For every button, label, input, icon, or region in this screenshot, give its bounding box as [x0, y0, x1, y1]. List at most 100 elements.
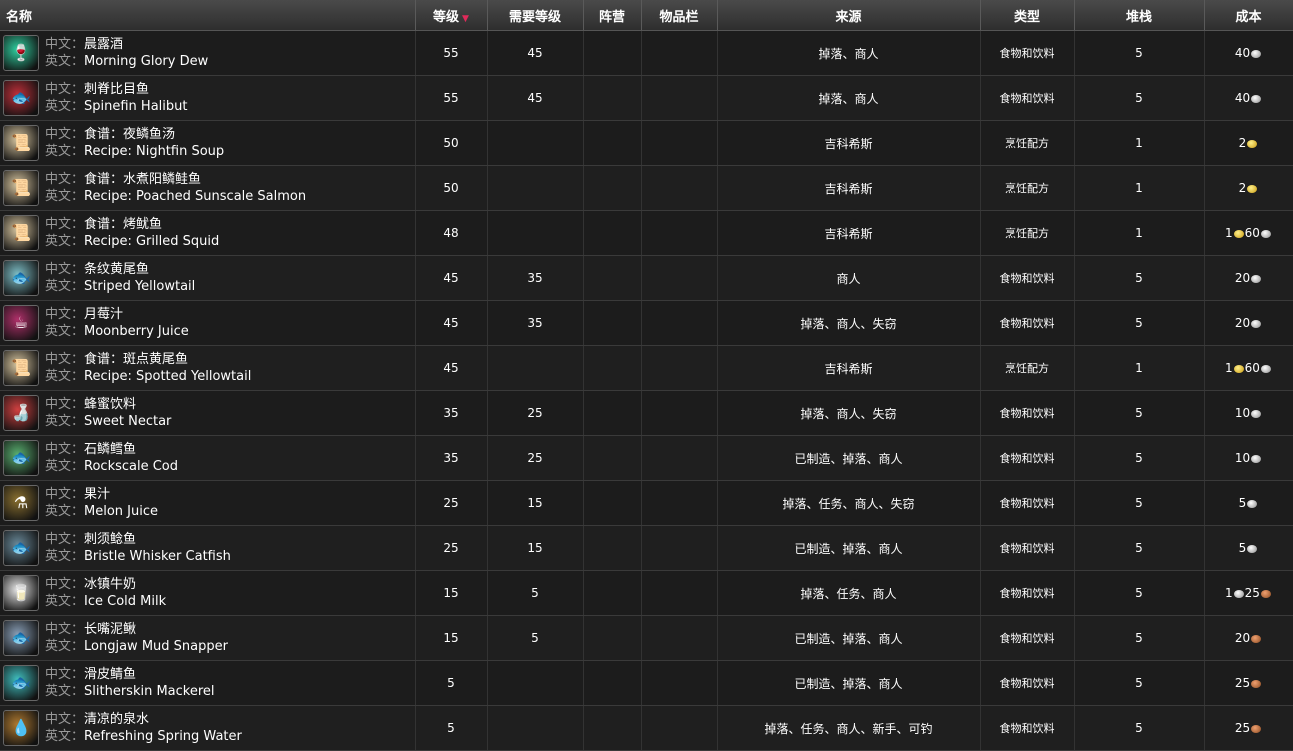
source-cell: 掉落、商人 — [717, 30, 981, 76]
fish-icon[interactable]: 🐟 — [3, 80, 39, 116]
item-name-en[interactable]: Slitherskin Mackerel — [84, 684, 215, 699]
table-row[interactable]: 💧 中文：清凉的泉水 英文：Refreshing Spring Water 5 掉落、任… — [0, 705, 1293, 751]
fish-icon[interactable]: 🐟 — [3, 530, 39, 566]
table-row[interactable]: 🐟 中文：石鳞鳕鱼 英文：Rockscale Cod 35 25 已制造、掉落、商人 食物和… — [0, 435, 1293, 481]
item-name-cn[interactable]: 月莓汁 — [84, 307, 123, 322]
col-header-stack[interactable]: 堆栈 — [1074, 0, 1205, 31]
item-name-cn[interactable]: 晨露酒 — [84, 37, 123, 52]
fish-icon[interactable]: 🐟 — [3, 260, 39, 296]
source-cell: 商人 — [717, 255, 981, 301]
table-row[interactable]: 📜 中文：食谱：斑点黄尾鱼 英文：Recipe: Spotted Yellowtai… — [0, 345, 1293, 391]
col-header-name[interactable]: 名称 — [0, 0, 416, 31]
item-name-cn[interactable]: 石鳞鳕鱼 — [84, 442, 136, 457]
faction-cell — [583, 660, 642, 706]
table-row[interactable]: 📜 中文：食谱：烤鱿鱼 英文：Recipe: Grilled Squid 48 吉科希斯… — [0, 210, 1293, 256]
faction-cell — [583, 705, 642, 751]
item-name-cn[interactable]: 刺脊比目鱼 — [84, 82, 149, 97]
waterskin-icon[interactable]: 💧 — [3, 710, 39, 746]
item-name-en[interactable]: Melon Juice — [84, 504, 158, 519]
bottle-icon[interactable]: 🍶 — [3, 395, 39, 431]
item-name-cn[interactable]: 刺须鲶鱼 — [84, 532, 136, 547]
req-level-cell: 25 — [487, 435, 584, 481]
item-name-en[interactable]: Longjaw Mud Snapper — [84, 639, 228, 654]
item-name-en[interactable]: Recipe: Nightfin Soup — [84, 144, 224, 159]
item-name-cell: 🐟 中文：条纹黄尾鱼 英文：Striped Yellowtail — [0, 255, 416, 301]
items-table: 名称 等级 ▼ 需要等级 阵营 物品栏 来源 类型 堆栈 成本 🍷 中文： 晨露酒英文… — [0, 0, 1293, 751]
en-label: 英文： — [45, 144, 85, 159]
item-name-en[interactable]: Morning Glory Dew — [84, 54, 208, 69]
source-cell: 已制造、掉落、商人 — [717, 615, 981, 661]
source-cell: 掉落、任务、商人、失窃 — [717, 480, 981, 526]
en-label: 英文： — [45, 414, 85, 429]
item-name-cn[interactable]: 清凉的泉水 — [84, 712, 149, 727]
item-name-en[interactable]: Bristle Whisker Catfish — [84, 549, 231, 564]
flask-icon[interactable]: ⚗ — [3, 485, 39, 521]
item-name-cn[interactable]: 条纹黄尾鱼 — [84, 262, 149, 277]
item-name-cn[interactable]: 食谱：水煮阳鳞鲑鱼 — [84, 172, 201, 187]
fish-icon[interactable]: 🐟 — [3, 665, 39, 701]
item-name-cn[interactable]: 蜂蜜饮料 — [84, 397, 136, 412]
col-header-source[interactable]: 来源 — [717, 0, 981, 31]
table-row[interactable]: 🐟 中文：刺须鲶鱼 英文：Bristle Whisker Catfish 25 15 已制… — [0, 525, 1293, 571]
item-name-en[interactable]: Rockscale Cod — [84, 459, 178, 474]
item-name-en[interactable]: Sweet Nectar — [84, 414, 171, 429]
scroll-icon[interactable]: 📜 — [3, 125, 39, 161]
source-cell: 掉落、任务、商人 — [717, 570, 981, 616]
table-row[interactable]: 🐟 中文：长嘴泥鳅 英文：Longjaw Mud Snapper 15 5 已制造、掉落、… — [0, 615, 1293, 661]
table-row[interactable]: 📜 中文：食谱：水煮阳鳞鲑鱼 英文：Recipe: Poached Sunscale… — [0, 165, 1293, 211]
en-label: 英文： — [45, 54, 85, 69]
fish-icon[interactable]: 🐟 — [3, 620, 39, 656]
level-cell: 50 — [415, 120, 488, 166]
item-name-en[interactable]: Refreshing Spring Water — [84, 729, 242, 744]
item-name-cn[interactable]: 滑皮鲭鱼 — [84, 667, 136, 682]
silver-coin-icon — [1251, 94, 1262, 103]
item-name-cn[interactable]: 长嘴泥鳅 — [84, 622, 136, 637]
en-label: 英文： — [45, 324, 85, 339]
fish-icon[interactable]: 🐟 — [3, 440, 39, 476]
table-row[interactable]: 🐟 中文：刺脊比目鱼 英文：Spinefin Halibut 55 45 掉落、商人 食物和… — [0, 75, 1293, 121]
item-name-en[interactable]: Recipe: Poached Sunscale Salmon — [84, 189, 306, 204]
item-name-cn[interactable]: 食谱：烤鱿鱼 — [84, 217, 162, 232]
table-row[interactable]: 📜 中文：食谱：夜鳞鱼汤 英文：Recipe: Nightfin Soup 50 吉科希… — [0, 120, 1293, 166]
en-label: 英文： — [45, 549, 85, 564]
faction-cell — [583, 30, 642, 76]
table-row[interactable]: ☕ 中文：月莓汁 英文：Moonberry Juice 45 35 掉落、商人、失窃 食物和… — [0, 300, 1293, 346]
table-row[interactable]: 🍷 中文：晨露酒 英文：Morning Glory Dew 55 45 掉落、商人 食物和饮… — [0, 30, 1293, 76]
cost-cell: 2 — [1204, 165, 1293, 211]
scroll-icon[interactable]: 📜 — [3, 350, 39, 386]
item-name-en[interactable]: Striped Yellowtail — [84, 279, 195, 294]
level-cell: 55 — [415, 30, 488, 76]
item-name-en[interactable]: Spinefin Halibut — [84, 99, 187, 114]
cn-label: 中文： — [45, 397, 85, 412]
table-row[interactable]: 🐟 中文：滑皮鲭鱼 英文：Slitherskin Mackerel 5 已制造、掉落、商… — [0, 660, 1293, 706]
table-row[interactable]: 🐟 中文：条纹黄尾鱼 英文：Striped Yellowtail 45 35 商人 食物和饮… — [0, 255, 1293, 301]
item-name-en[interactable]: Recipe: Spotted Yellowtail — [84, 369, 251, 384]
col-header-level[interactable]: 等级 ▼ — [415, 0, 488, 31]
copper-coin-icon — [1251, 634, 1262, 643]
col-header-faction[interactable]: 阵营 — [583, 0, 642, 31]
stack-cell: 5 — [1074, 705, 1205, 751]
milk-icon[interactable]: 🥛 — [3, 575, 39, 611]
req-level-cell — [487, 705, 584, 751]
goblet-icon[interactable]: 🍷 — [3, 35, 39, 71]
cn-label: 中文： — [45, 352, 85, 367]
table-row[interactable]: 🥛 中文：冰镇牛奶 英文：Ice Cold Milk 15 5 掉落、任务、商人 食物和饮料… — [0, 570, 1293, 616]
item-name-cn[interactable]: 冰镇牛奶 — [84, 577, 136, 592]
scroll-icon[interactable]: 📜 — [3, 215, 39, 251]
item-name-en[interactable]: Recipe: Grilled Squid — [84, 234, 219, 249]
item-name-cell: 🐟 中文：石鳞鳕鱼 英文：Rockscale Cod — [0, 435, 416, 481]
col-header-req-level[interactable]: 需要等级 — [487, 0, 584, 31]
item-name-cn[interactable]: 食谱：斑点黄尾鱼 — [84, 352, 188, 367]
scroll-icon[interactable]: 📜 — [3, 170, 39, 206]
item-name-cn[interactable]: 果汁 — [84, 487, 110, 502]
table-row[interactable]: 🍶 中文：蜂蜜饮料 英文：Sweet Nectar 35 25 掉落、商人、失窃 食物和饮料… — [0, 390, 1293, 436]
col-header-cost[interactable]: 成本 — [1204, 0, 1293, 31]
col-header-slot[interactable]: 物品栏 — [641, 0, 718, 31]
item-name-cell: ☕ 中文：月莓汁 英文：Moonberry Juice — [0, 300, 416, 346]
col-header-type[interactable]: 类型 — [980, 0, 1075, 31]
cup-icon[interactable]: ☕ — [3, 305, 39, 341]
item-name-en[interactable]: Ice Cold Milk — [84, 594, 166, 609]
table-row[interactable]: ⚗ 中文：果汁 英文：Melon Juice 25 15 掉落、任务、商人、失窃 食物和饮料… — [0, 480, 1293, 526]
item-name-cn[interactable]: 食谱：夜鳞鱼汤 — [84, 127, 175, 142]
item-name-en[interactable]: Moonberry Juice — [84, 324, 189, 339]
